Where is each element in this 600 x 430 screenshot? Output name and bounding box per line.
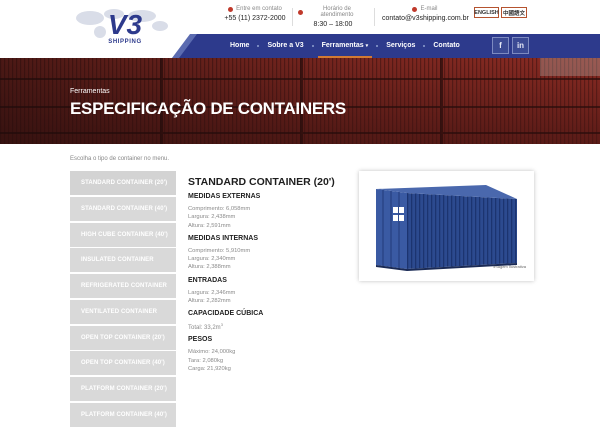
spec-title: STANDARD CONTAINER (20')	[188, 176, 335, 188]
menu-item-ventilated[interactable]: VENTILATED CONTAINER	[70, 299, 176, 324]
divider	[374, 8, 375, 26]
breadcrumb[interactable]: Ferramentas	[70, 88, 110, 95]
capacity-total: Total: 33,2m	[188, 325, 221, 332]
image-caption: Imagem Ilustrativa	[493, 264, 526, 269]
mail-icon	[412, 6, 418, 12]
container-type-menu: STANDARD CONTAINER (20') STANDARD CONTAI…	[70, 171, 176, 429]
divider	[292, 8, 293, 26]
page-title: ESPECIFICAÇÃO DE CONTAINERS	[70, 99, 346, 118]
spec-line: Altura: 2,388mm	[188, 264, 231, 271]
menu-item-open-top-40[interactable]: OPEN TOP CONTAINER (40')	[70, 351, 176, 376]
nav-items: Home Sobre a V3 Ferramentas ▾ Serviços Co…	[222, 34, 468, 58]
facebook-icon[interactable]: f	[492, 37, 509, 54]
nav-item-ferramentas-label: Ferramentas	[321, 42, 364, 49]
nav-item-contato[interactable]: Contato	[425, 34, 467, 58]
spec-line: Máximo: 24,000kg	[188, 349, 236, 356]
menu-item-platform-40[interactable]: PLATFORM CONTAINER (40')	[70, 402, 176, 427]
capacity-heading: CAPACIDADE CÚBICA	[188, 310, 264, 318]
clock-icon	[298, 9, 303, 15]
nav-item-home[interactable]: Home	[222, 34, 257, 58]
weights-heading: PESOS	[188, 336, 213, 344]
menu-item-high-cube-40[interactable]: HIGH CUBE CONTAINER (40')	[70, 222, 176, 247]
main-nav: Home Sobre a V3 Ferramentas ▾ Serviços Co…	[0, 34, 600, 58]
language-chinese-button[interactable]: 中國語文	[501, 7, 527, 18]
top-bar: V3 SHIPPING Entre em contato +55 (11) 23…	[0, 0, 600, 45]
menu-item-standard-20[interactable]: STANDARD CONTAINER (20')	[70, 171, 176, 195]
language-english-button[interactable]: ENGLISH	[474, 7, 499, 18]
external-heading: MEDIDAS EXTERNAS	[188, 193, 261, 200]
contact-phone-value[interactable]: +55 (11) 2372-2000	[222, 15, 288, 22]
spec-line: Altura: 2,282mm	[188, 298, 231, 305]
spec-line: Comprimento: 6,058mm	[188, 206, 251, 212]
capacity-unit: 3	[220, 322, 223, 328]
spec-line: Largura: 2,340mm	[188, 256, 236, 263]
container-image-card: Imagem Ilustrativa	[359, 171, 534, 281]
hero-banner: Ferramentas ESPECIFICAÇÃO DE CONTAINERS	[0, 58, 600, 144]
spec-line: Altura: 2,591mm	[188, 222, 231, 229]
entries-heading: ENTRADAS	[188, 276, 227, 284]
menu-item-refrigerated[interactable]: REFRIGERATED CONTAINER	[70, 274, 176, 298]
menu-item-standard-40[interactable]: STANDARD CONTAINER (40')	[70, 196, 176, 221]
menu-item-insulated[interactable]: INSULATED CONTAINER	[70, 248, 176, 273]
nav-item-ferramentas[interactable]: Ferramentas ▾	[314, 34, 377, 58]
chevron-down-icon: ▾	[365, 43, 369, 49]
intro-text: Escolha o tipo de container no menu.	[70, 156, 170, 162]
container-spec: STANDARD CONTAINER (20') MEDIDAS EXTERNA…	[188, 176, 348, 373]
nav-item-servicos[interactable]: Serviços	[378, 34, 423, 58]
spec-line: Tara: 2,080kg	[188, 357, 224, 364]
contact-hours-label: Horário de atendimento	[320, 6, 354, 18]
capacity-value: Total: 33,2m3	[188, 322, 348, 331]
contact-hours: Horário de atendimento 8:30 – 18:00	[298, 6, 368, 28]
phone-icon	[228, 6, 234, 12]
contact-phone-label: Entre em contato	[236, 6, 282, 12]
spec-line: Largura: 2,346mm	[188, 289, 236, 296]
spec-line: Carga: 21,920kg	[188, 365, 231, 372]
internal-heading: MEDIDAS INTERNAS	[188, 234, 259, 242]
contact-phone: Entre em contato +55 (11) 2372-2000	[222, 6, 288, 22]
menu-item-platform-20[interactable]: PLATFORM CONTAINER (20')	[70, 377, 176, 401]
linkedin-icon[interactable]: in	[512, 37, 529, 54]
contact-email-value[interactable]: contato@v3shipping.com.br	[382, 15, 469, 22]
menu-item-open-top-20[interactable]: OPEN TOP CONTAINER (20')	[70, 325, 176, 350]
spec-line: Comprimento: 5,910mm	[188, 247, 251, 254]
contact-hours-value: 8:30 – 18:00	[313, 21, 353, 28]
nav-item-sobre[interactable]: Sobre a V3	[259, 34, 311, 58]
contact-email: E-mail contato@v3shipping.com.br	[382, 6, 469, 22]
contact-email-label: E-mail	[420, 6, 438, 12]
spec-line: Largura: 2,438mm	[188, 214, 236, 221]
